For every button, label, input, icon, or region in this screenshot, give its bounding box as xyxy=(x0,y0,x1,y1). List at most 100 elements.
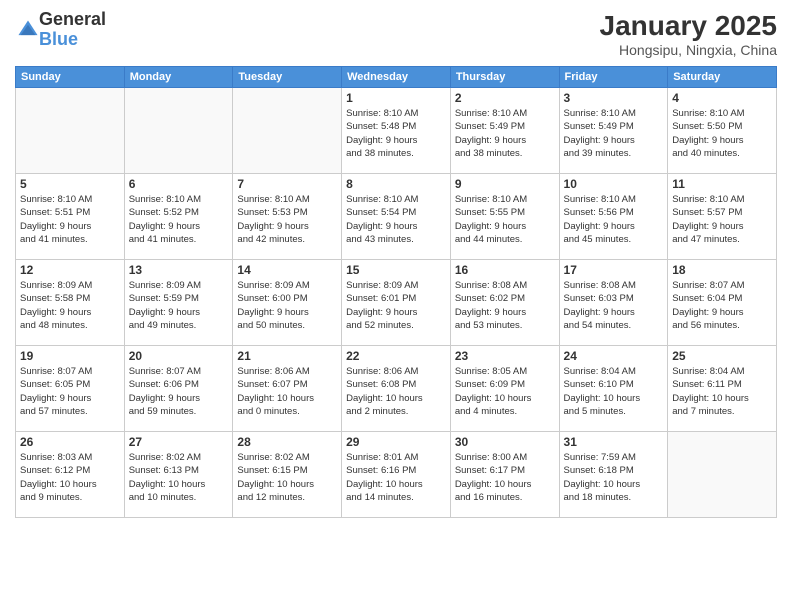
day-info: Sunrise: 8:06 AM Sunset: 6:08 PM Dayligh… xyxy=(346,365,446,418)
table-cell xyxy=(668,432,777,518)
table-cell: 31 Sunrise: 7:59 AM Sunset: 6:18 PM Dayli… xyxy=(559,432,668,518)
day-info: Sunrise: 8:07 AM Sunset: 6:04 PM Dayligh… xyxy=(672,279,772,332)
table-cell: 3 Sunrise: 8:10 AM Sunset: 5:49 PM Daylig… xyxy=(559,88,668,174)
day-number: 26 xyxy=(20,435,120,449)
day-number: 20 xyxy=(129,349,229,363)
table-cell: 5 Sunrise: 8:10 AM Sunset: 5:51 PM Daylig… xyxy=(16,174,125,260)
table-cell xyxy=(233,88,342,174)
table-cell: 19Sunrise: 8:07 AM Sunset: 6:05 PM Dayli… xyxy=(16,346,125,432)
day-number: 5 xyxy=(20,177,120,191)
day-info: Sunrise: 8:10 AM Sunset: 5:54 PM Dayligh… xyxy=(346,193,446,246)
logo-icon xyxy=(17,19,39,41)
table-cell: 17Sunrise: 8:08 AM Sunset: 6:03 PM Dayli… xyxy=(559,260,668,346)
week-row-1: 1Sunrise: 8:10 AM Sunset: 5:48 PM Daylig… xyxy=(16,88,777,174)
day-info: Sunrise: 8:09 AM Sunset: 6:00 PM Dayligh… xyxy=(237,279,337,332)
table-cell: 7 Sunrise: 8:10 AM Sunset: 5:53 PM Daylig… xyxy=(233,174,342,260)
table-cell: 12 Sunrise: 8:09 AM Sunset: 5:58 PM Dayli… xyxy=(16,260,125,346)
day-info: Sunrise: 8:10 AM Sunset: 5:56 PM Dayligh… xyxy=(564,193,664,246)
day-number: 15 xyxy=(346,263,446,277)
day-number: 27 xyxy=(129,435,229,449)
table-cell: 4Sunrise: 8:10 AM Sunset: 5:50 PM Daylig… xyxy=(668,88,777,174)
col-sunday: Sunday xyxy=(16,67,125,88)
logo: General Blue xyxy=(15,10,106,50)
col-friday: Friday xyxy=(559,67,668,88)
month-title: January 2025 xyxy=(600,10,777,42)
day-number: 16 xyxy=(455,263,555,277)
table-cell: 2 Sunrise: 8:10 AM Sunset: 5:49 PM Daylig… xyxy=(450,88,559,174)
day-info: Sunrise: 8:10 AM Sunset: 5:49 PM Dayligh… xyxy=(455,107,555,160)
day-info: Sunrise: 7:59 AM Sunset: 6:18 PM Dayligh… xyxy=(564,451,664,504)
day-number: 9 xyxy=(455,177,555,191)
day-info: Sunrise: 8:03 AM Sunset: 6:12 PM Dayligh… xyxy=(20,451,120,504)
col-tuesday: Tuesday xyxy=(233,67,342,88)
day-info: Sunrise: 8:09 AM Sunset: 6:01 PM Dayligh… xyxy=(346,279,446,332)
header-row: Sunday Monday Tuesday Wednesday Thursday… xyxy=(16,67,777,88)
table-cell: 25Sunrise: 8:04 AM Sunset: 6:11 PM Dayli… xyxy=(668,346,777,432)
page: General Blue January 2025 Hongsipu, Ning… xyxy=(0,0,792,612)
table-cell: 30Sunrise: 8:00 AM Sunset: 6:17 PM Dayli… xyxy=(450,432,559,518)
day-number: 1 xyxy=(346,91,446,105)
day-info: Sunrise: 8:02 AM Sunset: 6:13 PM Dayligh… xyxy=(129,451,229,504)
table-cell: 24 Sunrise: 8:04 AM Sunset: 6:10 PM Dayli… xyxy=(559,346,668,432)
table-cell: 18 Sunrise: 8:07 AM Sunset: 6:04 PM Dayli… xyxy=(668,260,777,346)
day-number: 25 xyxy=(672,349,772,363)
day-info: Sunrise: 8:10 AM Sunset: 5:52 PM Dayligh… xyxy=(129,193,229,246)
week-row-3: 12 Sunrise: 8:09 AM Sunset: 5:58 PM Dayli… xyxy=(16,260,777,346)
day-info: Sunrise: 8:10 AM Sunset: 5:50 PM Dayligh… xyxy=(672,107,772,160)
day-number: 3 xyxy=(564,91,664,105)
day-number: 7 xyxy=(237,177,337,191)
day-info: Sunrise: 8:01 AM Sunset: 6:16 PM Dayligh… xyxy=(346,451,446,504)
day-number: 8 xyxy=(346,177,446,191)
table-cell: 11 Sunrise: 8:10 AM Sunset: 5:57 PM Dayli… xyxy=(668,174,777,260)
day-number: 21 xyxy=(237,349,337,363)
day-number: 18 xyxy=(672,263,772,277)
table-cell xyxy=(16,88,125,174)
day-info: Sunrise: 8:10 AM Sunset: 5:51 PM Dayligh… xyxy=(20,193,120,246)
day-number: 6 xyxy=(129,177,229,191)
col-saturday: Saturday xyxy=(668,67,777,88)
day-info: Sunrise: 8:07 AM Sunset: 6:05 PM Dayligh… xyxy=(20,365,120,418)
day-info: Sunrise: 8:10 AM Sunset: 5:57 PM Dayligh… xyxy=(672,193,772,246)
day-info: Sunrise: 8:09 AM Sunset: 5:59 PM Dayligh… xyxy=(129,279,229,332)
day-number: 23 xyxy=(455,349,555,363)
day-info: Sunrise: 8:10 AM Sunset: 5:49 PM Dayligh… xyxy=(564,107,664,160)
table-cell: 26 Sunrise: 8:03 AM Sunset: 6:12 PM Dayli… xyxy=(16,432,125,518)
col-wednesday: Wednesday xyxy=(342,67,451,88)
logo-blue: Blue xyxy=(39,29,78,49)
day-number: 2 xyxy=(455,91,555,105)
table-cell: 22Sunrise: 8:06 AM Sunset: 6:08 PM Dayli… xyxy=(342,346,451,432)
table-cell: 6 Sunrise: 8:10 AM Sunset: 5:52 PM Daylig… xyxy=(124,174,233,260)
table-cell: 14 Sunrise: 8:09 AM Sunset: 6:00 PM Dayli… xyxy=(233,260,342,346)
col-monday: Monday xyxy=(124,67,233,88)
day-number: 28 xyxy=(237,435,337,449)
day-number: 29 xyxy=(346,435,446,449)
table-cell: 10Sunrise: 8:10 AM Sunset: 5:56 PM Dayli… xyxy=(559,174,668,260)
day-number: 17 xyxy=(564,263,664,277)
table-cell: 20Sunrise: 8:07 AM Sunset: 6:06 PM Dayli… xyxy=(124,346,233,432)
table-cell: 15 Sunrise: 8:09 AM Sunset: 6:01 PM Dayli… xyxy=(342,260,451,346)
table-cell: 16 Sunrise: 8:08 AM Sunset: 6:02 PM Dayli… xyxy=(450,260,559,346)
subtitle: Hongsipu, Ningxia, China xyxy=(600,42,777,58)
day-number: 31 xyxy=(564,435,664,449)
day-number: 12 xyxy=(20,263,120,277)
table-cell: 28Sunrise: 8:02 AM Sunset: 6:15 PM Dayli… xyxy=(233,432,342,518)
day-number: 24 xyxy=(564,349,664,363)
table-cell: 27 Sunrise: 8:02 AM Sunset: 6:13 PM Dayli… xyxy=(124,432,233,518)
day-info: Sunrise: 8:10 AM Sunset: 5:53 PM Dayligh… xyxy=(237,193,337,246)
day-number: 11 xyxy=(672,177,772,191)
title-block: January 2025 Hongsipu, Ningxia, China xyxy=(600,10,777,58)
calendar: Sunday Monday Tuesday Wednesday Thursday… xyxy=(15,66,777,518)
day-info: Sunrise: 8:04 AM Sunset: 6:10 PM Dayligh… xyxy=(564,365,664,418)
table-cell: 13Sunrise: 8:09 AM Sunset: 5:59 PM Dayli… xyxy=(124,260,233,346)
week-row-2: 5 Sunrise: 8:10 AM Sunset: 5:51 PM Daylig… xyxy=(16,174,777,260)
day-info: Sunrise: 8:05 AM Sunset: 6:09 PM Dayligh… xyxy=(455,365,555,418)
table-cell: 9Sunrise: 8:10 AM Sunset: 5:55 PM Daylig… xyxy=(450,174,559,260)
day-info: Sunrise: 8:09 AM Sunset: 5:58 PM Dayligh… xyxy=(20,279,120,332)
table-cell xyxy=(124,88,233,174)
week-row-4: 19Sunrise: 8:07 AM Sunset: 6:05 PM Dayli… xyxy=(16,346,777,432)
day-info: Sunrise: 8:08 AM Sunset: 6:02 PM Dayligh… xyxy=(455,279,555,332)
header: General Blue January 2025 Hongsipu, Ning… xyxy=(15,10,777,58)
week-row-5: 26 Sunrise: 8:03 AM Sunset: 6:12 PM Dayli… xyxy=(16,432,777,518)
day-number: 14 xyxy=(237,263,337,277)
table-cell: 8 Sunrise: 8:10 AM Sunset: 5:54 PM Daylig… xyxy=(342,174,451,260)
